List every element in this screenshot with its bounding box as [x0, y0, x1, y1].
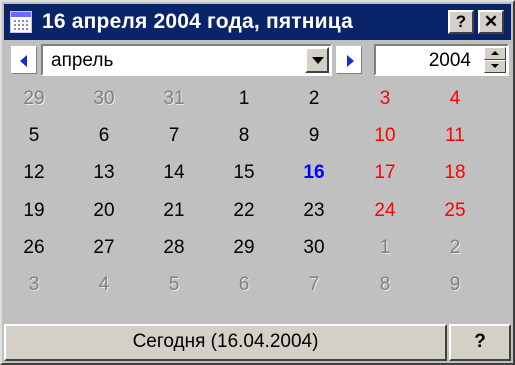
day-cell[interactable]: 20 — [84, 196, 124, 226]
day-cell[interactable]: 13 — [84, 158, 124, 188]
day-cell[interactable]: 2 — [435, 233, 475, 263]
close-button[interactable]: ✕ — [478, 10, 504, 34]
year-value: 2004 — [428, 50, 471, 71]
title-bar: 16 апреля 2004 года, пятница ? ✕ — [4, 4, 511, 40]
day-cell[interactable]: 25 — [435, 196, 475, 226]
day-cell[interactable]: 29 — [14, 84, 54, 114]
day-cell[interactable]: 15 — [224, 158, 264, 188]
day-cell[interactable]: 9 — [435, 270, 475, 300]
day-cell[interactable]: 7 — [294, 270, 334, 300]
day-cell[interactable]: 30 — [84, 84, 124, 114]
next-month-button[interactable] — [336, 46, 362, 74]
day-cell[interactable]: 23 — [294, 196, 334, 226]
day-cell[interactable]: 28 — [154, 233, 194, 263]
day-cell[interactable]: 27 — [84, 233, 124, 263]
day-cell[interactable]: 4 — [435, 84, 475, 114]
navigation-row: апрель 2004 — [4, 41, 511, 78]
calendar-window: 16 апреля 2004 года, пятница ? ✕ апрель … — [0, 0, 515, 365]
day-cell[interactable]: 6 — [84, 121, 124, 151]
year-stepper[interactable]: 2004 — [374, 44, 509, 76]
day-cell[interactable]: 11 — [435, 121, 475, 151]
day-cell[interactable]: 7 — [154, 121, 194, 151]
day-cell[interactable]: 18 — [435, 158, 475, 188]
calendar-icon — [10, 11, 32, 33]
day-cell[interactable]: 14 — [154, 158, 194, 188]
day-cell[interactable]: 10 — [365, 121, 405, 151]
today-button[interactable]: Сегодня (16.04.2004) — [4, 324, 447, 361]
day-cell-selected[interactable]: 16 — [294, 158, 334, 188]
year-spinner — [484, 47, 506, 73]
year-increment-button[interactable] — [484, 47, 506, 60]
spin-down-icon — [491, 64, 499, 68]
day-cell[interactable]: 21 — [154, 196, 194, 226]
day-cell[interactable]: 26 — [14, 233, 54, 263]
year-decrement-button[interactable] — [484, 60, 506, 73]
left-arrow-icon — [20, 55, 27, 67]
day-cell[interactable]: 5 — [154, 270, 194, 300]
day-cell[interactable]: 30 — [294, 233, 334, 263]
day-cell[interactable]: 1 — [365, 233, 405, 263]
window-title: 16 апреля 2004 года, пятница — [42, 10, 354, 33]
day-grid: 29 30 31 1 2 3 4 5 6 7 8 9 10 11 12 13 14 15 16 17 18 19 20 21 2… — [4, 80, 511, 320]
day-cell[interactable]: 5 — [14, 121, 54, 151]
day-cell[interactable]: 1 — [224, 84, 264, 114]
month-value: апрель — [51, 50, 114, 71]
day-cell[interactable]: 3 — [14, 270, 54, 300]
day-cell[interactable]: 8 — [224, 121, 264, 151]
day-cell[interactable]: 12 — [14, 158, 54, 188]
month-select[interactable]: апрель — [41, 44, 332, 76]
day-cell[interactable]: 4 — [84, 270, 124, 300]
day-cell[interactable]: 9 — [294, 121, 334, 151]
day-cell[interactable]: 6 — [224, 270, 264, 300]
prev-month-button[interactable] — [11, 46, 37, 74]
day-cell[interactable]: 22 — [224, 196, 264, 226]
day-cell[interactable]: 8 — [365, 270, 405, 300]
day-cell[interactable]: 24 — [365, 196, 405, 226]
day-cell[interactable]: 19 — [14, 196, 54, 226]
day-cell[interactable]: 31 — [154, 84, 194, 114]
day-cell[interactable]: 3 — [365, 84, 405, 114]
spin-up-icon — [491, 51, 499, 55]
help-button[interactable]: ? — [449, 324, 511, 361]
day-cell[interactable]: 17 — [365, 158, 405, 188]
chevron-down-icon — [312, 57, 324, 64]
title-help-button[interactable]: ? — [448, 10, 474, 34]
right-arrow-icon — [347, 55, 354, 67]
day-cell[interactable]: 29 — [224, 233, 264, 263]
day-cell[interactable]: 2 — [294, 84, 334, 114]
month-dropdown-button[interactable] — [305, 47, 329, 73]
